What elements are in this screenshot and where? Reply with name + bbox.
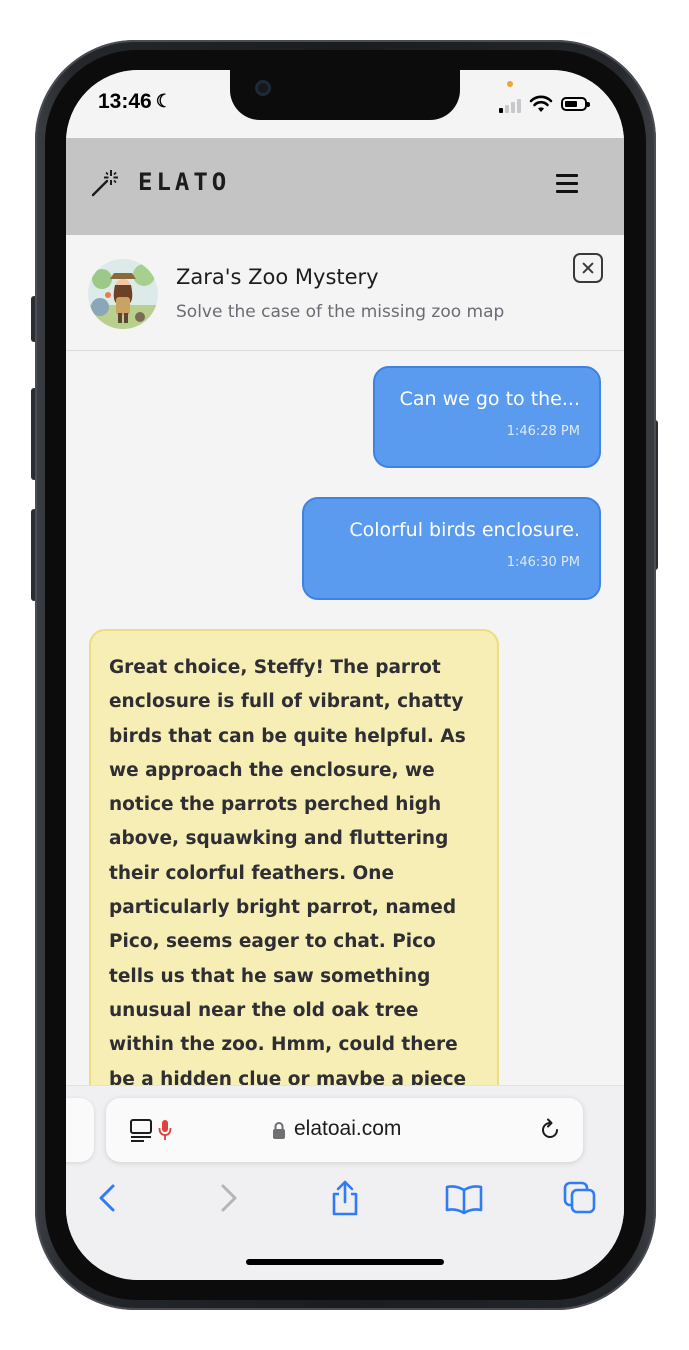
mic-in-use-indicator <box>507 81 513 87</box>
status-bar: 13:46 ☾ <box>66 70 624 138</box>
hamburger-menu-icon[interactable] <box>556 172 582 194</box>
home-indicator <box>246 1259 444 1265</box>
phone-screen: 13:46 ☾ ELATO Zara's Zoo Mystery Solve t… <box>66 70 624 1280</box>
share-icon[interactable] <box>325 1180 365 1216</box>
notch <box>230 70 460 120</box>
reader-mode-icon[interactable] <box>130 1118 152 1142</box>
assistant-message-text: Great choice, Steffy! The parrot enclosu… <box>109 657 467 1090</box>
brand-logo-text[interactable]: ELATO <box>138 168 230 196</box>
user-message-time: 1:46:28 PM <box>506 424 580 439</box>
user-message-text: Colorful birds enclosure. <box>349 519 580 541</box>
story-avatar <box>88 259 158 329</box>
status-time: 13:46 ☾ <box>98 90 172 113</box>
story-subtitle: Solve the case of the missing zoo map <box>176 302 505 322</box>
battery-icon <box>561 97 590 111</box>
app-header: ELATO <box>66 138 624 235</box>
magic-wand-icon <box>91 170 118 197</box>
close-icon[interactable] <box>573 253 603 283</box>
tabs-icon[interactable] <box>560 1180 600 1216</box>
signal-icon <box>499 97 523 113</box>
url-text[interactable]: elatoai.com <box>294 1117 401 1141</box>
previous-tab-preview[interactable] <box>66 1098 94 1162</box>
assistant-message: Great choice, Steffy! The parrot enclosu… <box>89 629 499 1149</box>
browser-toolbar: elatoai.com <box>66 1086 624 1280</box>
user-message-time: 1:46:30 PM <box>506 555 580 570</box>
microphone-icon[interactable] <box>158 1118 172 1142</box>
user-message-text: Can we go to the... <box>399 388 580 410</box>
bookmarks-icon[interactable] <box>444 1180 484 1216</box>
lock-icon <box>273 1122 285 1139</box>
back-icon[interactable] <box>88 1180 128 1216</box>
address-bar[interactable]: elatoai.com <box>106 1098 583 1162</box>
story-title: Zara's Zoo Mystery <box>176 265 379 289</box>
wifi-icon <box>529 95 553 112</box>
moon-icon: ☾ <box>155 91 172 111</box>
story-header: Zara's Zoo Mystery Solve the case of the… <box>66 235 624 351</box>
user-message: Colorful birds enclosure. 1:46:30 PM <box>302 497 601 600</box>
forward-icon[interactable] <box>208 1180 248 1216</box>
reload-icon[interactable] <box>538 1118 562 1142</box>
front-camera <box>255 80 271 96</box>
user-message: Can we go to the... 1:46:28 PM <box>373 366 601 468</box>
